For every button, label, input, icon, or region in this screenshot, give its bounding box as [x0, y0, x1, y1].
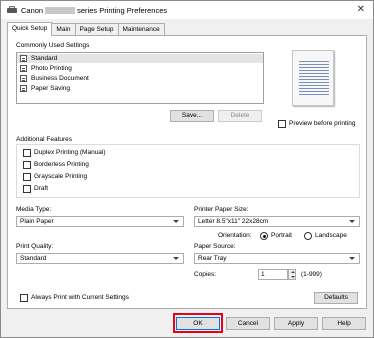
quick-setup-panel: Commonly Used Settings Standard Photo Pr… [7, 35, 367, 309]
chevron-down-icon [349, 257, 355, 260]
commonly-used-list[interactable]: Standard Photo Printing Business Documen… [16, 52, 264, 104]
additional-features-group: Duplex Printing (Manual) Borderless Prin… [16, 144, 360, 198]
paper-source-value: Rear Tray [198, 255, 227, 262]
apply-button[interactable]: Apply [274, 317, 318, 330]
cancel-button[interactable]: Cancel [226, 317, 270, 330]
print-quality-select[interactable]: Standard [16, 253, 184, 264]
list-item-photo-printing[interactable]: Photo Printing [17, 64, 263, 73]
arrow-down-icon [290, 276, 295, 278]
always-print-checkbox[interactable] [20, 294, 28, 302]
always-print-label: Always Print with Current Settings [31, 294, 129, 301]
document-icon [20, 75, 27, 82]
chevron-down-icon [173, 220, 179, 223]
chevron-down-icon [349, 220, 355, 223]
copies-input[interactable]: 1 [258, 269, 288, 280]
draft-checkbox[interactable] [23, 185, 31, 193]
close-icon[interactable]: ✕ [357, 4, 365, 15]
title-bar: Canon series Printing Preferences ✕ [1, 1, 373, 19]
help-button[interactable]: Help [322, 317, 366, 330]
printing-preferences-window: Canon series Printing Preferences ✕ Quic… [0, 0, 374, 338]
printer-paper-size-value: Letter 8.5"x11" 22x28cm [198, 218, 269, 225]
list-item-paper-saving[interactable]: Paper Saving [17, 84, 263, 93]
chevron-down-icon [173, 257, 179, 260]
landscape-radio[interactable] [304, 232, 312, 240]
redacted-model-name [45, 6, 76, 14]
list-item-business-document[interactable]: Business Document [17, 74, 263, 83]
printer-paper-size-select[interactable]: Letter 8.5"x11" 22x28cm [194, 216, 360, 227]
printer-paper-size-label: Printer Paper Size: [194, 206, 249, 213]
defaults-button[interactable]: Defaults [314, 292, 358, 304]
media-type-value: Plain Paper [20, 218, 54, 225]
orientation-label: Orientation: [218, 232, 252, 239]
list-item-label: Paper Saving [31, 85, 71, 92]
landscape-label: Landscape [315, 232, 347, 239]
paper-saving-icon [20, 85, 27, 92]
print-quality-value: Standard [20, 255, 47, 262]
grayscale-printing-label: Grayscale Printing [34, 173, 88, 180]
preview-lines [299, 61, 329, 97]
list-item-label: Photo Printing [31, 65, 72, 72]
list-item-label: Business Document [31, 75, 89, 82]
borderless-printing-checkbox[interactable] [23, 161, 31, 169]
photo-icon [20, 65, 27, 72]
print-quality-label: Print Quality: [16, 243, 54, 250]
portrait-label: Portrait [271, 232, 292, 239]
media-type-select[interactable]: Plain Paper [16, 216, 184, 227]
standard-settings-icon [20, 55, 27, 62]
tab-strip: Quick Setup Main Page Setup Maintenance [7, 22, 165, 36]
title-prefix: Canon [21, 5, 44, 15]
preview-before-printing-label: Preview before printing [289, 120, 356, 127]
copies-stepper[interactable] [288, 269, 296, 280]
delete-button[interactable]: Delete [218, 110, 262, 122]
paper-source-label: Paper Source: [194, 243, 236, 250]
save-button[interactable]: Save... [170, 110, 214, 122]
duplex-printing-label: Duplex Printing (Manual) [34, 149, 106, 156]
preview-before-printing-checkbox[interactable] [278, 120, 286, 128]
list-item-label: Standard [31, 55, 58, 62]
list-item-standard[interactable]: Standard [17, 54, 263, 63]
portrait-radio[interactable] [260, 232, 268, 240]
commonly-used-heading: Commonly Used Settings [16, 42, 90, 49]
draft-label: Draft [34, 185, 49, 192]
media-type-label: Media Type: [16, 206, 52, 213]
copies-range: (1-999) [301, 271, 322, 278]
grayscale-printing-checkbox[interactable] [23, 173, 31, 181]
printer-icon [7, 6, 17, 14]
additional-features-heading: Additional Features [16, 136, 73, 143]
title-suffix: series Printing Preferences [77, 5, 168, 15]
arrow-up-icon [290, 271, 295, 273]
paper-source-select[interactable]: Rear Tray [194, 253, 360, 264]
paper-preview-image [292, 50, 334, 106]
duplex-printing-checkbox[interactable] [23, 149, 31, 157]
copies-label: Copies: [194, 271, 217, 278]
borderless-printing-label: Borderless Printing [34, 161, 89, 168]
tab-quick-setup[interactable]: Quick Setup [7, 22, 53, 36]
ok-button[interactable]: OK [176, 317, 220, 330]
